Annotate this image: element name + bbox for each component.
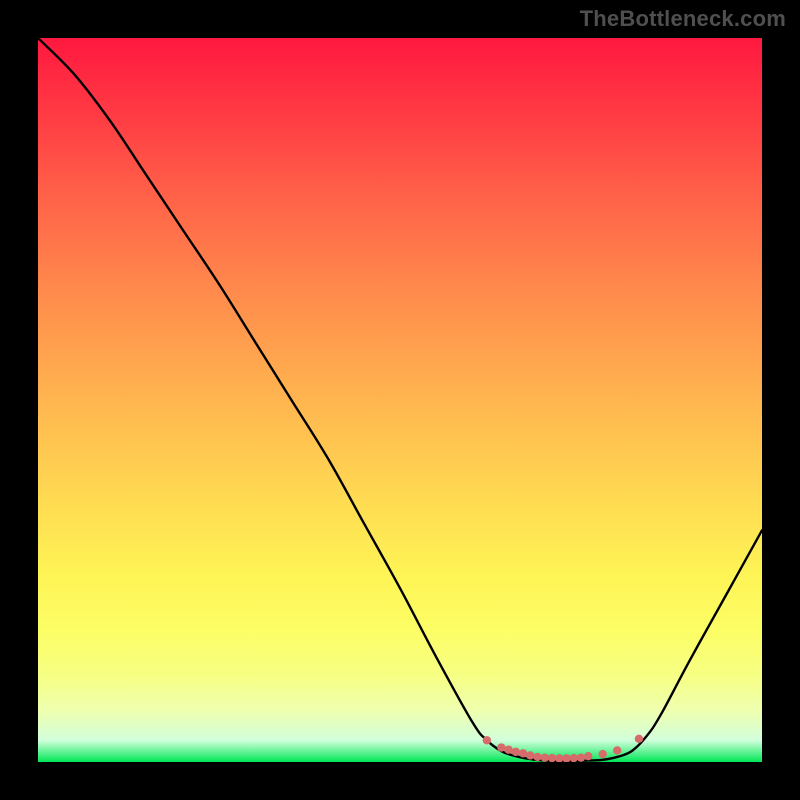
marker-dot xyxy=(519,749,527,757)
marker-dot xyxy=(562,754,570,762)
watermark-text: TheBottleneck.com xyxy=(580,6,786,32)
marker-dot xyxy=(533,753,541,761)
marker-dot xyxy=(541,753,549,761)
marker-dot xyxy=(504,745,512,753)
marker-dot xyxy=(599,750,607,758)
marker-dot xyxy=(570,754,578,762)
main-curve xyxy=(38,38,762,761)
marker-dot xyxy=(483,736,491,744)
marker-dot xyxy=(512,748,520,756)
chart-frame: TheBottleneck.com xyxy=(0,0,800,800)
marker-dot xyxy=(555,754,563,762)
marker-dot xyxy=(635,735,643,743)
marker-dot xyxy=(613,746,621,754)
marker-dot xyxy=(526,751,534,759)
plot-area xyxy=(38,38,762,762)
marker-dot xyxy=(577,753,585,761)
marker-dot xyxy=(497,743,505,751)
marker-dot xyxy=(584,752,592,760)
marker-dot xyxy=(548,754,556,762)
curve-layer xyxy=(38,38,762,762)
bottom-dots xyxy=(483,735,643,762)
